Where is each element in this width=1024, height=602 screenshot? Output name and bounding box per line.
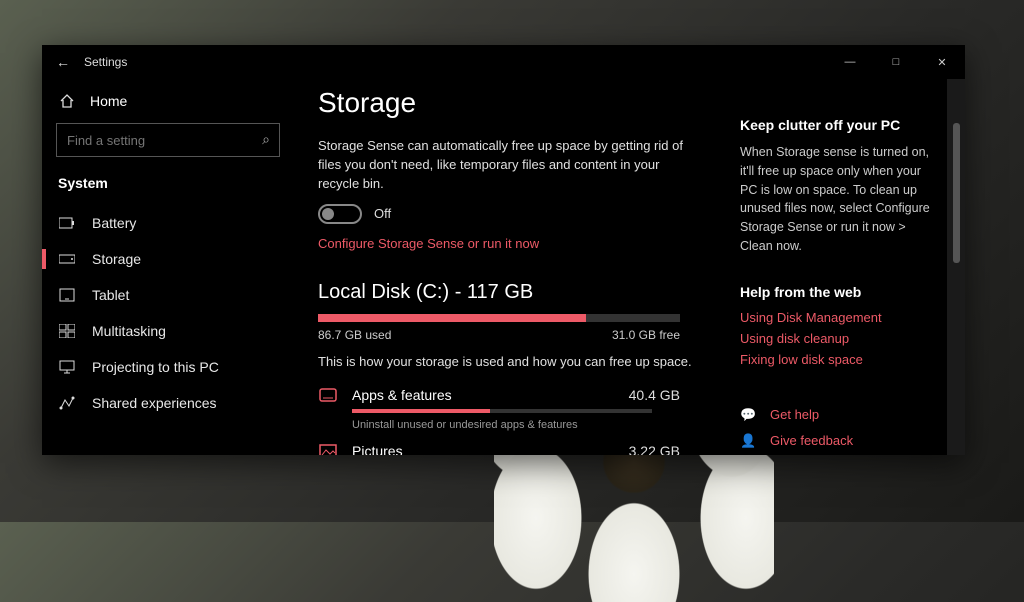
sidebar-item-label: Shared experiences [92,395,217,411]
shared-icon [58,396,76,410]
tablet-icon [58,288,76,302]
search-icon: ⌕ [262,131,270,148]
web-help-link[interactable]: Using disk cleanup [740,331,940,346]
give-feedback-link[interactable]: 👤 Give feedback [740,433,940,449]
disk-usage-bar [318,314,680,322]
configure-storage-sense-link[interactable]: Configure Storage Sense or run it now [318,236,696,251]
person-icon: 👤 [740,433,756,449]
battery-icon [58,217,76,229]
sidebar-item-label: Multitasking [92,323,166,339]
aside: Keep clutter off your PC When Storage se… [740,87,950,455]
sidebar-item-label: Projecting to this PC [92,359,219,375]
sidebar: Home ⌕ System Battery Storage Tablet Multit… [42,79,294,455]
breakdown-desc: This is how your storage is used and how… [318,354,696,369]
category-size: 40.4 GB [629,387,680,403]
web-help-link[interactable]: Fixing low disk space [740,352,940,367]
back-button[interactable]: ← [56,54,84,70]
storage-category-pictures[interactable]: Pictures 3.22 GB [318,437,680,455]
multitask-icon [58,324,76,338]
sidebar-item-label: Storage [92,251,141,267]
home-icon [58,93,76,109]
minimize-button[interactable]: — [827,45,873,79]
sidebar-item-multitasking[interactable]: Multitasking [42,313,294,349]
scrollbar-thumb[interactable] [953,123,960,263]
storage-sense-toggle[interactable] [318,204,362,224]
webhelp-heading: Help from the web [740,284,940,300]
apps-icon [318,388,338,402]
clutter-text: When Storage sense is turned on, it'll f… [740,143,940,256]
settings-window: ← Settings — □ ✕ Home ⌕ System Battery St… [42,45,965,455]
sidebar-item-label: Tablet [92,287,129,303]
section-label: System [42,171,294,205]
close-button[interactable]: ✕ [919,45,965,79]
page-title: Storage [318,87,696,119]
category-name: Pictures [352,443,615,455]
scrollbar-track[interactable] [947,79,965,455]
get-help-link[interactable]: 💬 Get help [740,407,940,423]
storage-icon [58,253,76,265]
window-title: Settings [84,55,127,69]
pictures-icon [318,444,338,455]
sidebar-item-storage[interactable]: Storage [42,241,294,277]
home-link[interactable]: Home [42,87,294,123]
disk-free: 31.0 GB free [612,328,680,342]
project-icon [58,360,76,374]
category-size: 3.22 GB [629,443,680,455]
sidebar-item-shared-experiences[interactable]: Shared experiences [42,385,294,421]
titlebar: ← Settings — □ ✕ [42,45,965,79]
disk-used: 86.7 GB used [318,328,391,342]
storage-category-apps-features[interactable]: Apps & features 40.4 GB Uninstall unused o… [318,381,680,437]
clutter-heading: Keep clutter off your PC [740,117,940,133]
chat-icon: 💬 [740,407,756,423]
sidebar-item-projecting-to-this-pc[interactable]: Projecting to this PC [42,349,294,385]
search-input[interactable] [56,123,280,157]
category-bar [352,409,652,413]
sidebar-item-battery[interactable]: Battery [42,205,294,241]
sidebar-item-tablet[interactable]: Tablet [42,277,294,313]
toggle-state: Off [374,206,391,221]
main-content: Storage Storage Sense can automatically … [318,87,696,455]
sidebar-item-label: Battery [92,215,136,231]
category-tip: Uninstall unused or undesired apps & fea… [352,419,680,431]
category-name: Apps & features [352,387,615,403]
storage-sense-desc: Storage Sense can automatically free up … [318,137,696,194]
maximize-button[interactable]: □ [873,45,919,79]
disk-title: Local Disk (C:) - 117 GB [318,281,696,304]
web-help-link[interactable]: Using Disk Management [740,310,940,325]
home-label: Home [90,93,127,109]
